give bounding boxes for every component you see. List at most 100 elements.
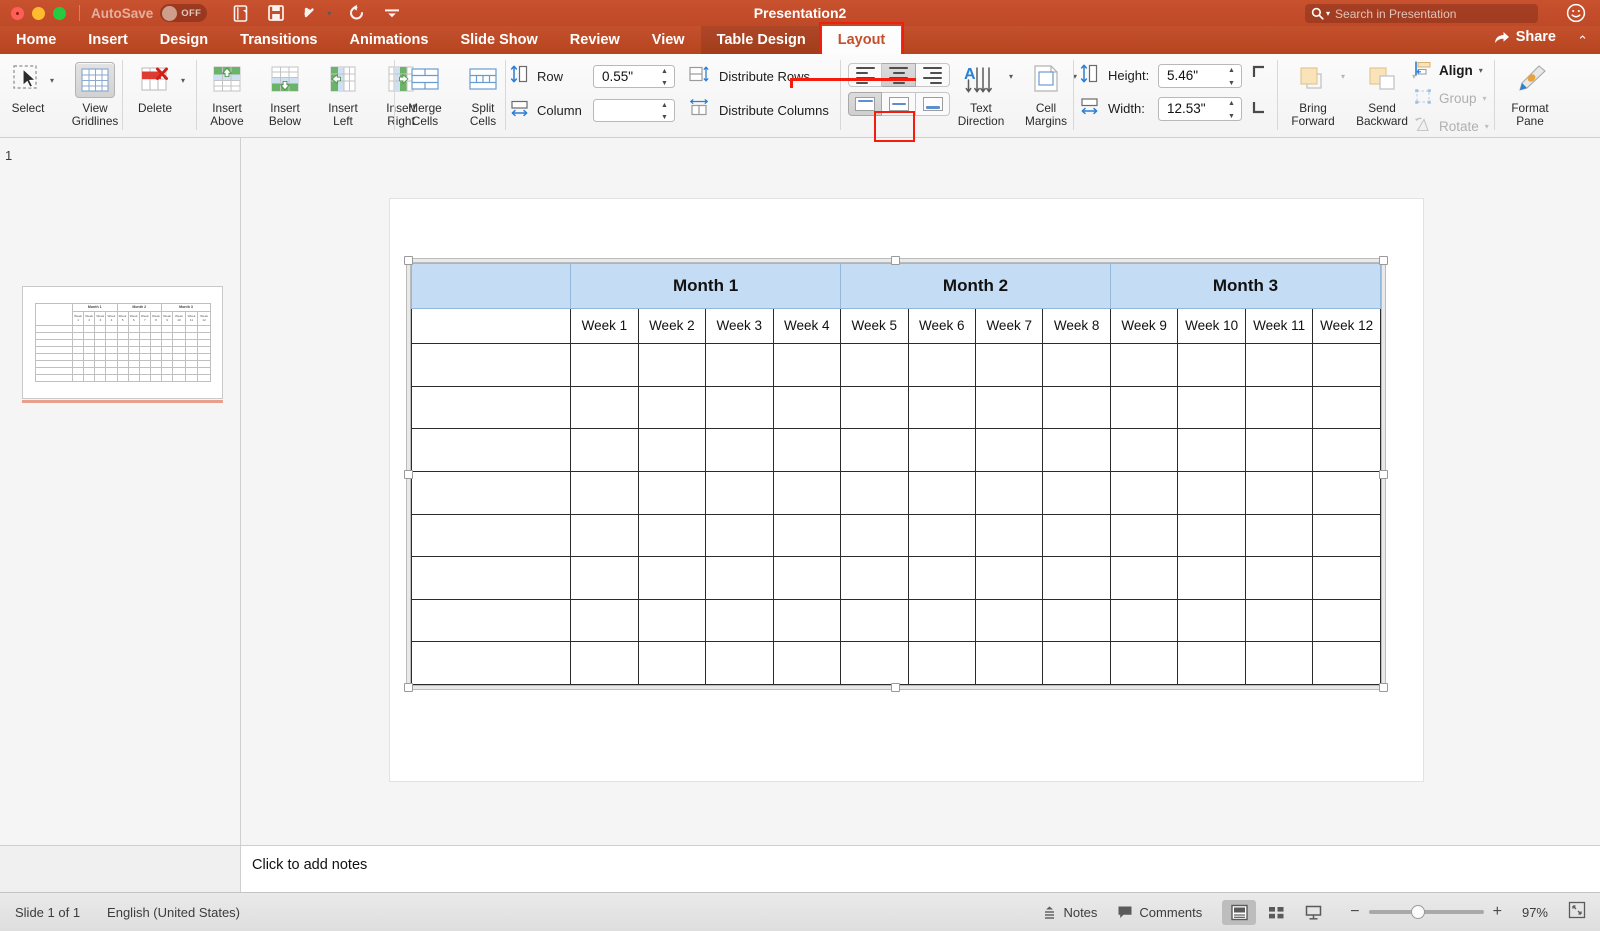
tab-animations[interactable]: Animations [334,26,445,54]
align-right-button[interactable] [916,63,950,87]
tab-home[interactable]: Home [0,26,72,54]
search-input[interactable]: ▾ Search in Presentation [1305,4,1538,23]
resize-handle-top-left[interactable] [404,256,413,265]
resize-handle-middle-left[interactable] [404,470,413,479]
slide-thumbnail-1[interactable]: Month 1 Month 2 Month 3 Week 1 Week 2 We… [22,286,223,399]
normal-view-button[interactable] [1222,899,1257,925]
resize-handle-bottom-center[interactable] [891,683,900,692]
autosave-toggle[interactable]: OFF [160,4,208,22]
tab-transitions[interactable]: Transitions [224,26,333,54]
slide-thumbnail-panel[interactable]: 1 Month 1 Month 2 Month 3 Week 1 Week 2 … [0,138,241,845]
resize-handle-middle-right[interactable] [1379,470,1388,479]
row-height-row: Row 0.55" ▲ ▼ [510,62,675,90]
align-top-button[interactable] [848,92,882,116]
bring-forward-button[interactable]: Bring Forward [1282,54,1344,127]
autosave-state-label: OFF [181,7,202,19]
align-objects-button[interactable]: Align ▾ [1414,59,1483,82]
shape-width-stepper[interactable]: ▲ ▼ [1225,100,1238,120]
tab-layout[interactable]: Layout [821,26,902,54]
insert-left-button[interactable]: Insert Left [314,54,372,127]
tab-review[interactable]: Review [554,26,636,54]
notes-panel[interactable]: Click to add notes [241,845,1600,892]
split-cells-button[interactable]: Split Cells [454,54,512,127]
insert-below-button[interactable]: Insert Below [256,54,314,127]
shape-height-stepper[interactable]: ▲ ▼ [1225,67,1238,87]
row-height-stepper[interactable]: ▲ ▼ [658,68,671,87]
save-icon[interactable] [267,4,285,22]
text-direction-chevron-down-icon[interactable]: ▾ [1009,72,1013,81]
search-chevron-down-icon[interactable]: ▾ [1326,9,1330,18]
distribute-columns-button[interactable]: Distribute Columns [688,96,829,124]
tab-insert[interactable]: Insert [72,26,144,54]
row-height-input[interactable]: 0.55" ▲ ▼ [593,64,675,88]
thumb-week: Week 9 [160,310,174,327]
bring-forward-icon [1295,59,1331,101]
collapse-ribbon-icon[interactable]: ⌃ [1577,33,1588,49]
delete-button[interactable]: Delete [124,54,186,115]
shape-height-input[interactable]: 5.46" ▲ ▼ [1158,63,1242,88]
send-backward-button[interactable]: Send Backward [1349,54,1415,127]
group-objects-button: Group ▾ [1414,87,1487,110]
text-direction-button[interactable]: A Text Direction [950,54,1012,127]
account-icon[interactable] [1566,3,1586,28]
slide-sorter-view-button[interactable] [1259,900,1293,925]
redo-icon[interactable] [348,4,366,22]
distribute-rows-label: Distribute Rows [719,68,811,84]
distribute-columns-label: Distribute Columns [719,102,829,118]
column-width-stepper[interactable]: ▲ ▼ [658,102,671,121]
new-slide-icon[interactable] [231,4,250,23]
zoom-track[interactable] [1368,905,1484,919]
minimize-window-button[interactable] [32,6,45,20]
share-button[interactable]: Share [1493,29,1556,45]
align-middle-button[interactable] [882,92,916,116]
tab-slide-show[interactable]: Slide Show [444,26,553,54]
view-gridlines-icon [75,62,116,98]
view-gridlines-button[interactable]: View Gridlines [62,54,128,127]
insert-above-button[interactable]: Insert Above [198,54,256,127]
align-center-button[interactable] [882,63,916,87]
resize-handle-top-center[interactable] [891,256,900,265]
comments-toggle-button[interactable]: Comments [1117,905,1202,920]
resize-handle-bottom-right[interactable] [1379,683,1388,692]
notes-placeholder[interactable]: Click to add notes [252,857,367,873]
align-chevron-down-icon[interactable]: ▾ [1479,66,1483,75]
resize-handle-bottom-left[interactable] [404,683,413,692]
undo-chevron-down-icon[interactable]: ▾ [327,9,331,18]
merge-cells-button[interactable]: Merge Cells [396,54,454,127]
cell-margins-button[interactable]: Cell Margins [1017,54,1075,127]
shape-width-input[interactable]: 12.53" ▲ ▼ [1158,96,1242,121]
column-width-input[interactable]: ▲ ▼ [593,98,675,122]
window-controls[interactable] [11,6,66,20]
zoom-knob[interactable] [1410,905,1425,919]
delete-chevron-down-icon[interactable]: ▾ [181,76,185,85]
fit-to-window-button[interactable] [1568,901,1586,924]
table-selection-frame[interactable] [404,256,1388,692]
align-left-button[interactable] [848,63,882,87]
horizontal-align-group [848,63,950,87]
slideshow-view-button[interactable] [1296,900,1330,925]
height-label: Height: [1108,68,1150,83]
undo-icon[interactable] [302,5,321,21]
close-window-button[interactable] [11,6,24,20]
zoom-out-button[interactable]: − [1350,903,1359,921]
zoom-slider[interactable]: − + [1350,903,1502,921]
notes-label: Notes [1063,904,1098,920]
resize-handle-top-right[interactable] [1379,256,1388,265]
share-icon [1494,31,1509,43]
language-label[interactable]: English (United States) [107,905,240,920]
select-chevron-down-icon[interactable]: ▾ [50,76,54,85]
notes-toggle-button[interactable]: Notes [1042,905,1097,920]
maximize-window-button[interactable] [53,6,66,20]
format-pane-button[interactable]: Format Pane [1498,54,1562,127]
tab-table-design[interactable]: Table Design [700,26,822,54]
ribbon: Select ▾ View Gridlines Delete ▾ Insert … [0,54,1600,159]
select-button[interactable]: Select [0,54,56,115]
customize-toolbar-icon[interactable] [383,8,401,18]
align-bottom-button[interactable] [916,92,950,116]
bring-forward-chevron-down-icon[interactable]: ▾ [1341,72,1345,81]
zoom-in-button[interactable]: + [1493,903,1502,921]
tab-design[interactable]: Design [144,26,224,54]
insert-above-label: Insert Above [210,101,244,128]
tab-view[interactable]: View [636,26,701,54]
thumb-month-1: Month 1 [72,303,118,312]
